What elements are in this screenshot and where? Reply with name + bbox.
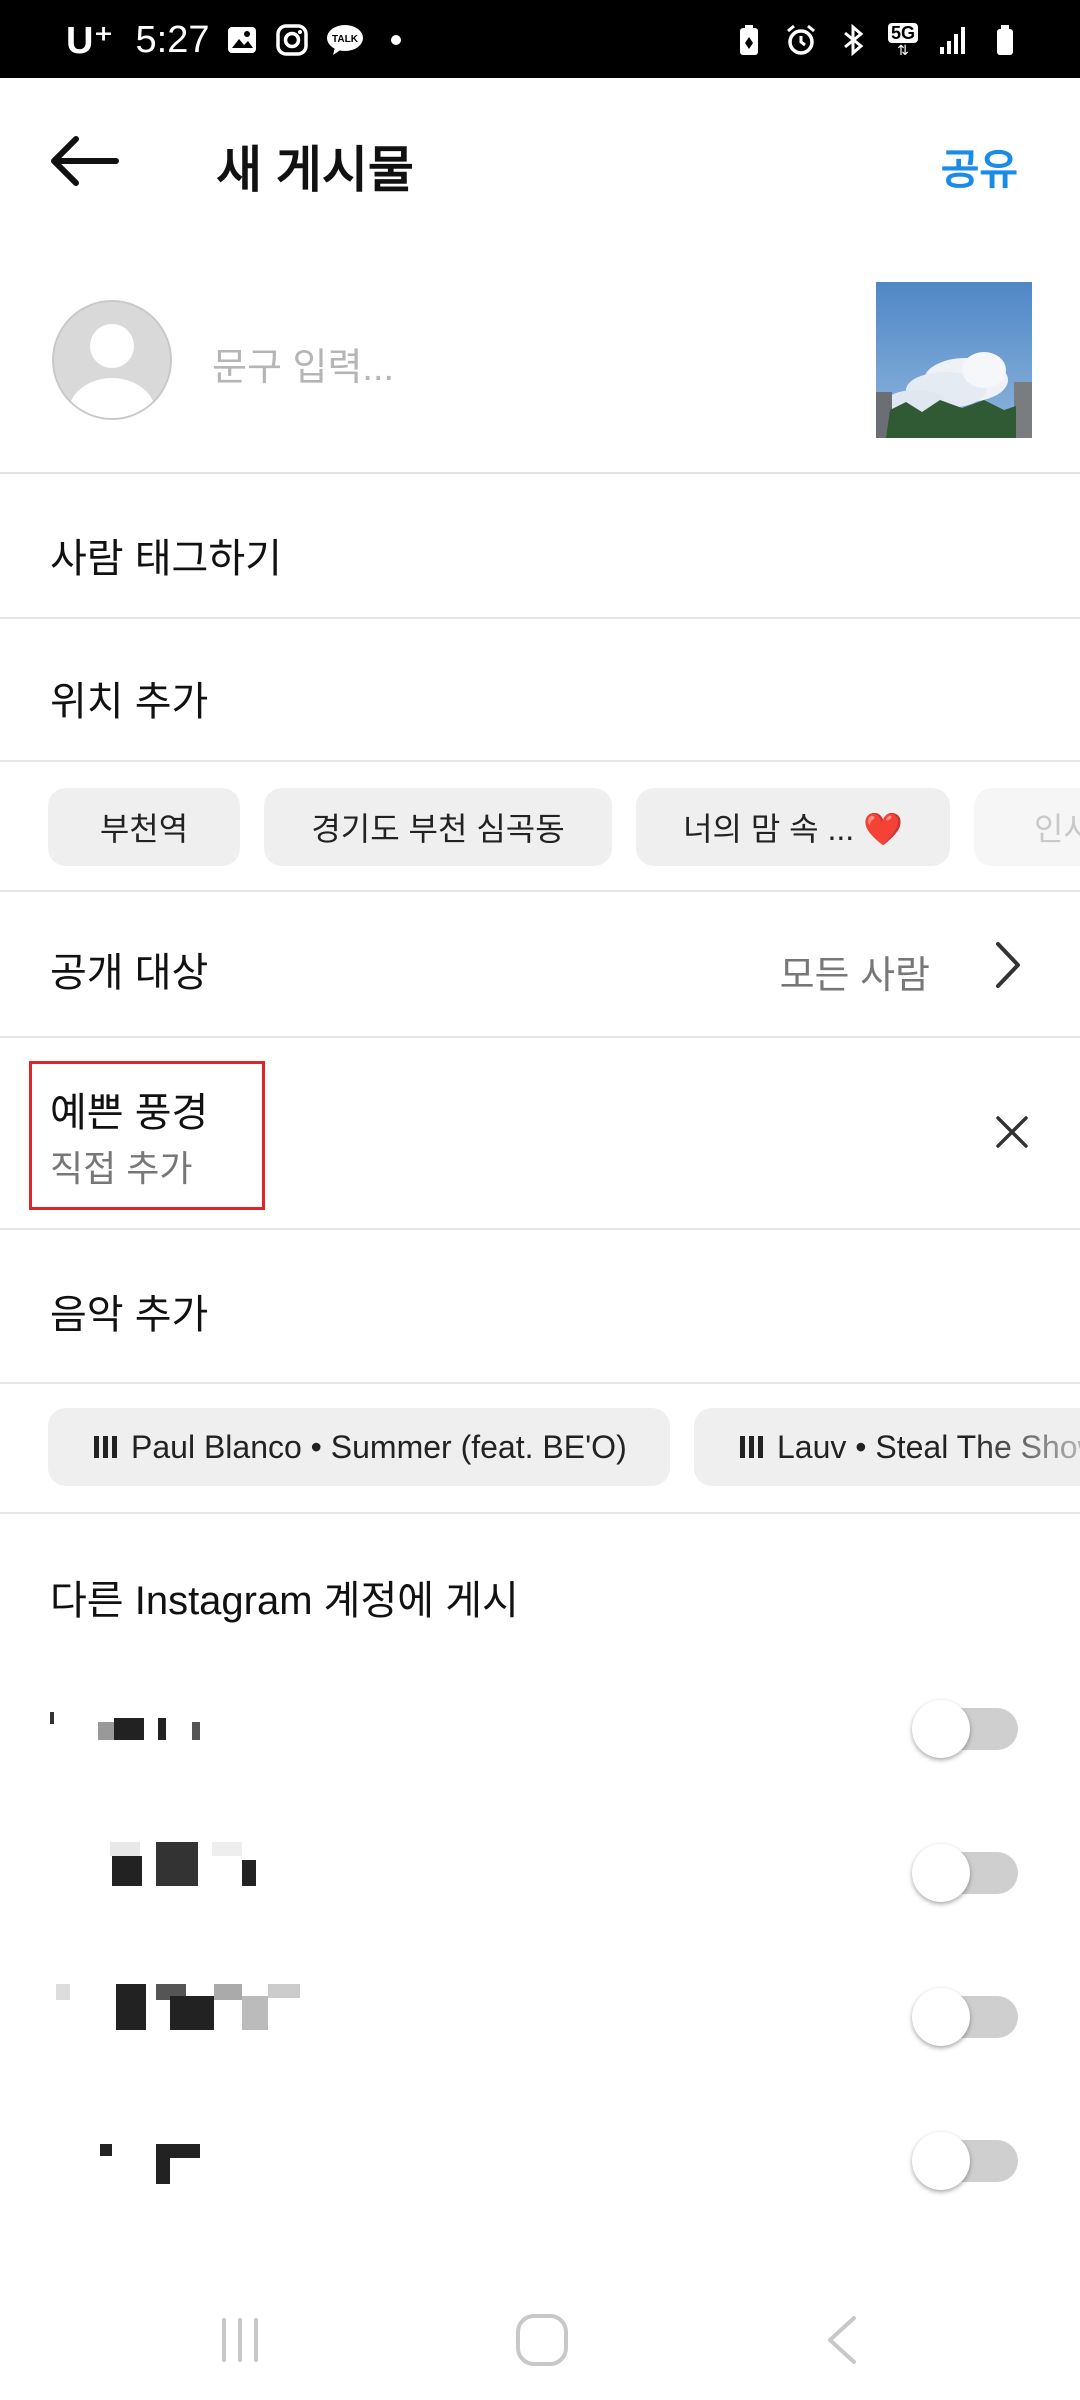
post-thumbnail[interactable] <box>876 282 1032 438</box>
topic-subtitle: 직접 추가 <box>50 1148 193 1189</box>
music-chip-label: Paul Blanco • Summer (feat. BE'O) <box>131 1428 627 1465</box>
audience-row[interactable]: 공개 대상 모든 사람 <box>0 892 1080 1038</box>
avatar <box>52 300 172 420</box>
location-chip[interactable]: 너의 맘 속 ... ❤️ <box>636 788 950 866</box>
topic-title: 예쁜 풍경 <box>50 1091 209 1135</box>
tag-people-row[interactable]: 사람 태그하기 <box>0 474 1080 619</box>
recent-apps-icon[interactable] <box>210 2310 270 2370</box>
location-suggestions: 부천역 경기도 부천 심곡동 너의 맘 속 ... ❤️ 인사 <box>0 762 1080 892</box>
battery-icon <box>997 25 1013 55</box>
account-toggle[interactable] <box>912 1844 1018 1902</box>
default-avatar-icon <box>68 324 156 418</box>
add-location-label: 위치 추가 <box>50 680 209 724</box>
add-music-label: 음악 추가 <box>50 1293 209 1337</box>
carrier-label: U⁺ <box>66 19 114 62</box>
status-right: 5G ⇅ <box>732 18 1022 62</box>
add-location-row[interactable]: 위치 추가 <box>0 619 1080 762</box>
kakaotalk-icon: TALK <box>327 25 364 55</box>
audience-label: 공개 대상 <box>50 951 209 995</box>
account-row <box>0 2110 1080 2210</box>
music-chip[interactable]: Lauv • Steal The Show <box>694 1408 1080 1486</box>
share-button[interactable]: 공유 <box>941 136 1018 197</box>
account-toggle[interactable] <box>912 1700 1018 1758</box>
network-label: 5G <box>887 23 918 43</box>
location-chip[interactable]: 경기도 부천 심곡동 <box>264 788 612 866</box>
battery-saver-icon <box>739 25 758 55</box>
account-toggle[interactable] <box>912 2132 1018 2190</box>
add-music-row[interactable]: 음악 추가 <box>0 1230 1080 1384</box>
toggle-knob <box>912 1844 970 1902</box>
instagram-icon <box>276 24 309 56</box>
system-nav-bar <box>0 2282 1080 2400</box>
music-chip[interactable]: Paul Blanco • Summer (feat. BE'O) <box>48 1408 670 1486</box>
close-icon[interactable] <box>992 1112 1032 1152</box>
back-arrow-icon[interactable] <box>44 121 124 201</box>
status-bar: U⁺ 5:27 TALK 5G ⇅ <box>0 0 1080 78</box>
account-toggle[interactable] <box>912 1988 1018 2046</box>
location-chip[interactable]: 부천역 <box>48 788 240 866</box>
music-bars-icon <box>740 1436 763 1458</box>
page-title: 새 게시물 <box>216 142 414 198</box>
location-chip[interactable]: 인사 <box>974 788 1080 866</box>
sky-photo-image <box>876 282 1032 438</box>
svg-text:TALK: TALK <box>333 34 360 45</box>
chevron-right-icon <box>996 942 1020 988</box>
caption-composer: 문구 입력... <box>0 244 1080 474</box>
audience-value: 모든 사람 <box>779 955 930 997</box>
account-row <box>0 1966 1080 2066</box>
account-row <box>0 1678 1080 1778</box>
music-chip-label: Lauv • Steal The Show <box>777 1429 1080 1466</box>
alarm-icon <box>787 24 815 55</box>
bluetooth-icon <box>844 23 864 57</box>
other-accounts-title: 다른 Instagram 계정에 게시 <box>50 1579 519 1623</box>
top-app-bar: 새 게시물 공유 <box>0 78 1080 244</box>
toggle-knob <box>912 1988 970 2046</box>
tag-people-label: 사람 태그하기 <box>50 537 282 581</box>
account-row <box>0 1822 1080 1922</box>
caption-input[interactable]: 문구 입력... <box>212 336 394 391</box>
network-5g-icon: 5G ⇅ <box>887 23 918 57</box>
status-left: U⁺ 5:27 TALK <box>66 18 402 62</box>
music-suggestions: Paul Blanco • Summer (feat. BE'O) Lauv •… <box>0 1384 1080 1514</box>
back-nav-icon[interactable] <box>814 2310 874 2370</box>
toggle-knob <box>912 1700 970 1758</box>
music-bars-icon <box>94 1436 117 1458</box>
toggle-knob <box>912 2132 970 2190</box>
notification-dot-icon <box>391 35 402 45</box>
clock: 5:27 <box>135 18 210 61</box>
signal-icon <box>940 27 965 54</box>
gallery-icon <box>228 27 257 53</box>
home-icon[interactable] <box>512 2310 572 2370</box>
